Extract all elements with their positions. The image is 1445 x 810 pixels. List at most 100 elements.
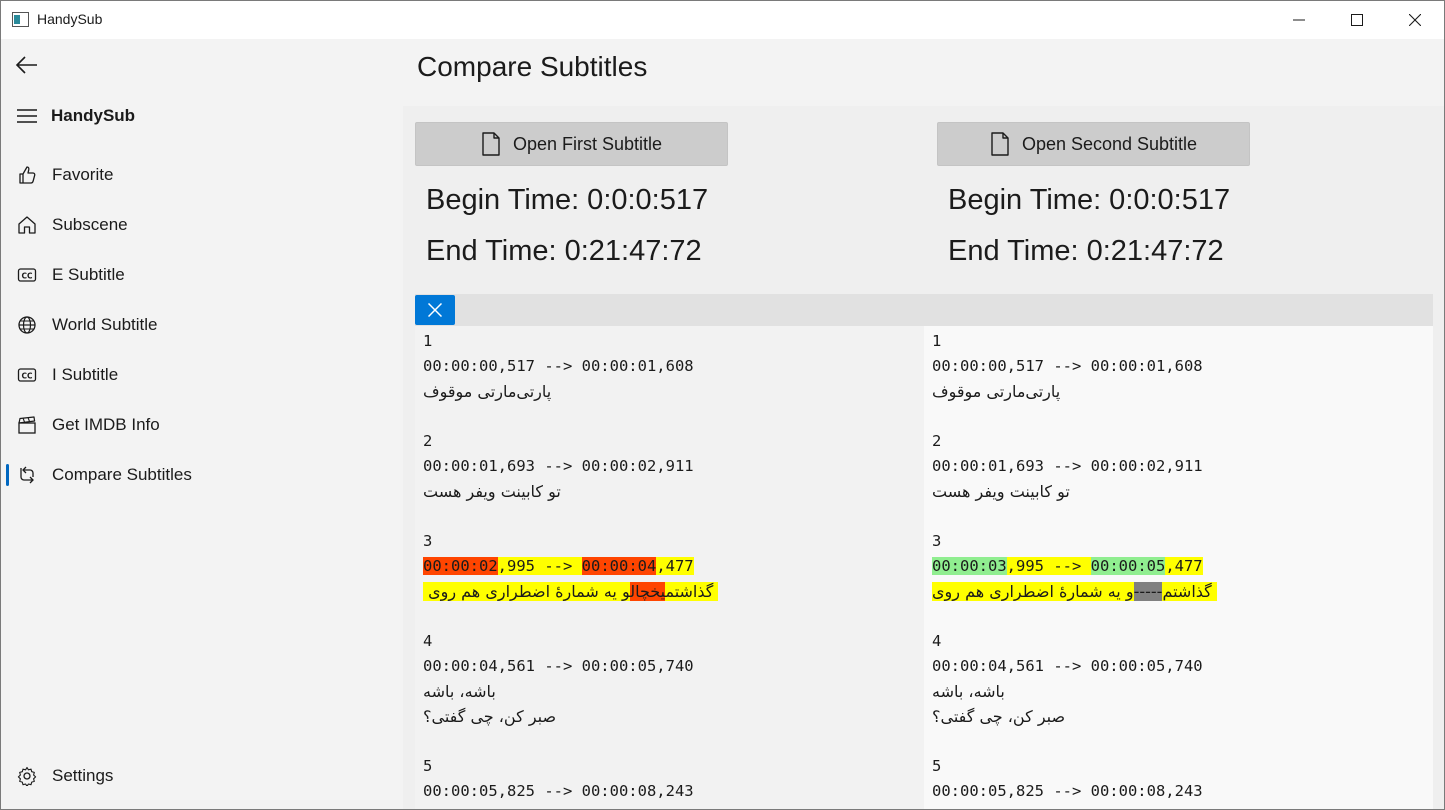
subtitle-text-diff: گذاشتم-----و یه شمارهٔ اضطراری هم روی xyxy=(932,579,1433,604)
gear-icon xyxy=(17,766,37,787)
nav-item-e-subtitle[interactable]: CC E Subtitle xyxy=(1,255,403,295)
svg-text:CC: CC xyxy=(21,272,33,281)
nav-label-world-subtitle: World Subtitle xyxy=(52,315,158,334)
nav-item-compare-subtitles[interactable]: Compare Subtitles xyxy=(1,455,403,495)
first-subtitle-pane[interactable]: 1 00:00:00,517 --> 00:00:01,608 پارتی‌ما… xyxy=(415,326,924,809)
diff-changed: 00:00:02 xyxy=(423,557,498,575)
diff-changed: 00:00:04 xyxy=(581,557,657,575)
first-end-time: End Time: 0:21:47:72 xyxy=(426,235,702,267)
subtitle-index: 1 xyxy=(423,332,433,350)
close-icon xyxy=(428,303,442,317)
thumb-up-icon xyxy=(17,165,37,185)
close-icon xyxy=(1409,14,1421,26)
subtitle-text: باشه، باشه xyxy=(423,682,496,701)
subtitle-entry-diff: 3 00:00:02,995 --> 00:00:04,477 گذاشتمیخ… xyxy=(423,529,924,604)
diff-changed: یخچال xyxy=(630,582,666,601)
page-header: Compare Subtitles xyxy=(403,39,1444,106)
open-second-subtitle-button[interactable]: Open Second Subtitle xyxy=(937,122,1250,166)
nav-label-subscene: Subscene xyxy=(52,215,128,234)
subtitle-timecode: 00:00:00,517 --> 00:00:01,608 xyxy=(423,357,694,375)
back-button[interactable] xyxy=(13,53,43,77)
clapperboard-icon xyxy=(17,415,37,435)
nav-item-world-subtitle[interactable]: World Subtitle xyxy=(1,305,403,345)
second-begin-time: Begin Time: 0:0:0:517 xyxy=(948,184,1231,216)
subtitle-text: تو کابینت ویفر هست xyxy=(423,482,561,501)
navigation-sidebar: HandySub Favorite Subscene CC E Subtitle… xyxy=(1,39,403,809)
subtitle-timecode: 00:00:04,561 --> 00:00:05,740 xyxy=(932,657,1203,675)
diff-line: ,477 xyxy=(656,557,694,575)
subtitle-index: 5 xyxy=(932,757,942,775)
app-icon xyxy=(12,12,29,27)
subtitle-index: 3 xyxy=(932,532,942,550)
subtitle-entry-diff: 3 00:00:03,995 --> 00:00:05,477 گذاشتم--… xyxy=(932,529,1433,604)
subtitle-timecode: 00:00:05,825 --> 00:00:08,243 xyxy=(932,782,1203,800)
subtitle-index: 2 xyxy=(423,432,433,450)
hamburger-icon xyxy=(17,109,37,123)
nav-label-e-subtitle: E Subtitle xyxy=(52,265,125,284)
subtitle-timecode: 00:00:01,693 --> 00:00:02,911 xyxy=(423,457,694,475)
subtitle-text: تو کابینت ویفر هست xyxy=(932,482,1070,501)
diff-removed: ----- xyxy=(1133,582,1163,601)
subtitle-entry: 2 00:00:01,693 --> 00:00:02,911 تو کابین… xyxy=(423,429,924,504)
open-first-subtitle-button[interactable]: Open First Subtitle xyxy=(415,122,728,166)
subtitle-entry: 2 00:00:01,693 --> 00:00:02,911 تو کابین… xyxy=(932,429,1433,504)
nav-item-subscene[interactable]: Subscene xyxy=(1,205,403,245)
hamburger-menu-button[interactable] xyxy=(17,109,37,123)
subtitle-text: پارتی‌مارتی موقوف xyxy=(932,382,1061,401)
diff-line: گذاشتم-----و یه شمارهٔ اضطراری هم روی xyxy=(932,582,1217,601)
nav-item-favorite[interactable]: Favorite xyxy=(1,155,403,195)
diff-line: ,995 --> xyxy=(497,557,582,575)
title-bar[interactable]: HandySub xyxy=(1,1,1444,39)
subtitle-text: پارتی‌مارتی موقوف xyxy=(423,382,552,401)
subtitle-entry: 4 00:00:04,561 --> 00:00:05,740 باشه، با… xyxy=(423,629,924,729)
active-indicator xyxy=(6,464,9,486)
subtitle-timecode: 00:00:01,693 --> 00:00:02,911 xyxy=(932,457,1203,475)
main-content: Compare Subtitles Open First Subtitle Op… xyxy=(403,39,1444,809)
subtitle-index: 4 xyxy=(932,632,942,650)
diff-line: گذاشتمیخچالو یه شمارهٔ اضطراری هم روی xyxy=(423,582,719,601)
window-title: HandySub xyxy=(37,11,103,27)
app-brand-title: HandySub xyxy=(51,106,136,125)
closed-caption-icon: CC xyxy=(17,365,37,385)
close-button[interactable] xyxy=(1386,1,1444,39)
subtitle-entry: 5 00:00:05,825 --> 00:00:08,243 xyxy=(932,754,1433,804)
diff-line: ,995 --> xyxy=(1006,557,1091,575)
diff-line: ,477 xyxy=(1165,557,1203,575)
nav-label-compare-subtitles: Compare Subtitles xyxy=(52,465,192,484)
app-window: HandySub HandySub Favorite Subscene CC E… xyxy=(0,0,1445,810)
open-second-subtitle-label: Open Second Subtitle xyxy=(1021,133,1198,154)
subtitle-entry: 1 00:00:00,517 --> 00:00:01,608 پارتی‌ما… xyxy=(932,329,1433,404)
subtitle-index: 3 xyxy=(423,532,433,550)
nav-item-get-imdb-info[interactable]: Get IMDB Info xyxy=(1,405,403,445)
document-icon xyxy=(991,132,1009,156)
sync-icon xyxy=(17,465,37,485)
nav-label-i-subtitle: I Subtitle xyxy=(52,365,119,384)
compare-toolbar xyxy=(415,294,1433,326)
first-begin-time: Begin Time: 0:0:0:517 xyxy=(426,184,709,216)
maximize-icon xyxy=(1351,14,1363,26)
second-subtitle-pane[interactable]: 1 00:00:00,517 --> 00:00:01,608 پارتی‌ما… xyxy=(924,326,1433,809)
nav-item-i-subtitle[interactable]: CC I Subtitle xyxy=(1,355,403,395)
globe-icon xyxy=(17,315,37,335)
page-title: Compare Subtitles xyxy=(417,51,648,82)
open-first-subtitle-label: Open First Subtitle xyxy=(512,133,663,154)
subtitle-index: 5 xyxy=(423,757,433,775)
subtitle-timecode: 00:00:04,561 --> 00:00:05,740 xyxy=(423,657,694,675)
clear-comparison-button[interactable] xyxy=(415,295,455,325)
subtitle-index: 1 xyxy=(932,332,942,350)
maximize-button[interactable] xyxy=(1328,1,1386,39)
svg-text:CC: CC xyxy=(21,372,33,381)
subtitle-timecode-diff: 00:00:03,995 --> 00:00:05,477 xyxy=(932,554,1433,579)
nav-item-settings[interactable]: Settings xyxy=(1,756,403,796)
subtitle-timecode: 00:00:00,517 --> 00:00:01,608 xyxy=(932,357,1203,375)
diff-added: 00:00:03 xyxy=(932,557,1007,575)
nav-label-settings: Settings xyxy=(52,766,114,785)
minimize-icon xyxy=(1293,19,1305,21)
minimize-button[interactable] xyxy=(1270,1,1328,39)
home-icon xyxy=(17,215,37,235)
subtitle-index: 2 xyxy=(932,432,942,450)
arrow-left-icon xyxy=(15,56,37,74)
compare-panel: Open First Subtitle Open Second Subtitle… xyxy=(403,106,1444,809)
subtitle-entry: 4 00:00:04,561 --> 00:00:05,740 باشه، با… xyxy=(932,629,1433,729)
subtitle-entry: 1 00:00:00,517 --> 00:00:01,608 پارتی‌ما… xyxy=(423,329,924,404)
